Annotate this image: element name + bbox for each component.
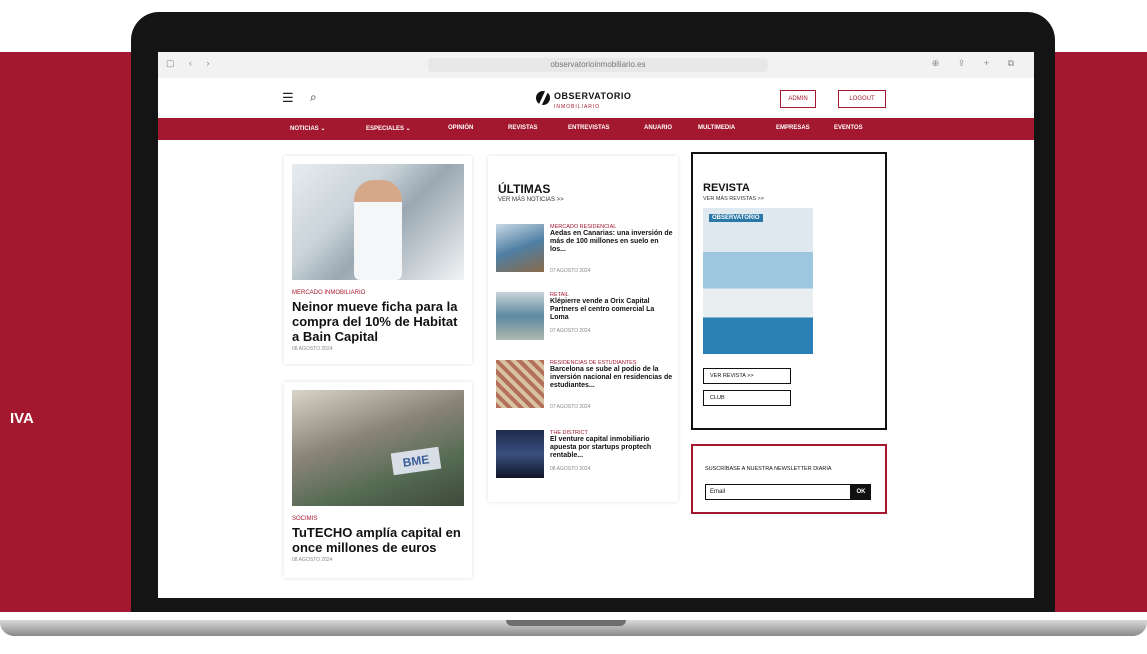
magazine-panel: REVISTA VER MÁS REVISTAS >> OBSERVATORIO… [691, 152, 887, 430]
subscribe-button[interactable]: OK [851, 484, 871, 500]
latest-news-panel: ÚLTIMAS VER MÁS NOTICIAS >> MERCADO RESI… [488, 156, 678, 502]
admin-button[interactable]: ADMIN [780, 90, 816, 108]
news-item[interactable]: RESIDENCIAS DE ESTUDIANTES Barcelona se … [496, 360, 674, 418]
news-title[interactable]: Barcelona se sube al podio de la inversi… [550, 366, 674, 390]
nav-item-empresas[interactable]: EMPRESAS [776, 125, 810, 131]
article-category[interactable]: SOCIMIS [292, 516, 317, 522]
magazine-cover-logo: OBSERVATORIO [709, 214, 763, 222]
logo-title: OBSERVATORIO [554, 91, 632, 101]
news-title[interactable]: El venture capital inmobiliario apuesta … [550, 436, 674, 460]
laptop-notch [506, 620, 626, 626]
news-thumbnail [496, 360, 544, 408]
nav-item-anuario[interactable]: ANUARIO [644, 125, 672, 131]
news-title[interactable]: Klépierre vende a Orix Capital Partners … [550, 298, 674, 322]
news-item[interactable]: RETAIL Klépierre vende a Orix Capital Pa… [496, 292, 674, 350]
nav-item-opinion[interactable]: OPINIÓN [448, 125, 473, 131]
article-category[interactable]: MERCADO INMOBILIARIO [292, 290, 365, 296]
newsletter-box: SUSCRÍBASE A NUESTRA NEWSLETTER DIARIA E… [691, 444, 887, 514]
club-button[interactable]: CLUB [703, 390, 791, 406]
main-nav: NOTICIAS ⌄ ESPECIALES ⌄ OPINIÓN REVISTAS… [158, 118, 1034, 140]
site-header: ☰ ⌕ OBSERVATORIO INMOBILIARIO ADMIN LOGO… [158, 78, 1034, 118]
article-title[interactable]: Neinor mueve ficha para la compra del 10… [292, 299, 468, 344]
news-thumbnail [496, 224, 544, 272]
latest-title: ÚLTIMAS [498, 182, 551, 196]
nav-item-noticias[interactable]: NOTICIAS ⌄ [290, 125, 325, 132]
logout-button[interactable]: LOGOUT [838, 90, 886, 108]
featured-article[interactable]: BME SOCIMIS TuTECHO amplía capital en on… [284, 382, 472, 578]
share-icon[interactable]: ⊕ ⇪ + ⧉ [932, 58, 1022, 69]
article-date: 08 AGOSTO 2024 [292, 346, 333, 352]
article-image [292, 164, 464, 280]
view-magazine-button[interactable]: VER REVISTA >> [703, 368, 791, 384]
browser-toolbar: ▢ ‹ › observatorioinmobiliario.es ⊕ ⇪ + … [158, 52, 1034, 79]
news-item[interactable]: MERCADO RESIDENCIAL Aedas en Canarias: u… [496, 224, 674, 282]
nav-item-multimedia[interactable]: MULTIMEDIA [698, 125, 735, 131]
news-thumbnail [496, 430, 544, 478]
news-date: 07 AGOSTO 2024 [550, 328, 591, 334]
laptop-screen: ▢ ‹ › observatorioinmobiliario.es ⊕ ⇪ + … [158, 52, 1034, 598]
logo-icon [536, 91, 550, 105]
featured-article[interactable]: MERCADO INMOBILIARIO Neinor mueve ficha … [284, 156, 472, 364]
magazine-cover[interactable]: OBSERVATORIO [703, 208, 813, 354]
logo-subtitle: INMOBILIARIO [554, 104, 601, 110]
news-date: 08 AGOSTO 2024 [550, 466, 591, 472]
side-label: IVA [10, 410, 34, 427]
nav-item-especiales[interactable]: ESPECIALES ⌄ [366, 125, 411, 132]
email-field[interactable]: Email [705, 484, 851, 500]
site-logo[interactable]: OBSERVATORIO INMOBILIARIO [536, 86, 631, 110]
article-image: BME [292, 390, 464, 506]
news-title[interactable]: Aedas en Canarias: una inversión de más … [550, 230, 674, 254]
nav-item-revistas[interactable]: REVISTAS [508, 125, 538, 131]
sme-sign: BME [390, 446, 442, 476]
news-thumbnail [496, 292, 544, 340]
see-more-news-link[interactable]: VER MÁS NOTICIAS >> [498, 197, 564, 203]
sidebar-toggle-icon[interactable]: ▢ ‹ › [166, 58, 216, 69]
search-icon[interactable]: ⌕ [310, 90, 317, 105]
article-title[interactable]: TuTECHO amplía capital en once millones … [292, 525, 468, 555]
menu-icon[interactable]: ☰ [282, 90, 294, 106]
address-bar[interactable]: observatorioinmobiliario.es [428, 58, 768, 72]
news-item[interactable]: THE DISTRICT El venture capital inmobili… [496, 430, 674, 488]
newsletter-text: SUSCRÍBASE A NUESTRA NEWSLETTER DIARIA [705, 466, 832, 472]
person-figure [354, 180, 402, 280]
nav-item-eventos[interactable]: EVENTOS [834, 125, 863, 131]
news-date: 07 AGOSTO 2024 [550, 404, 591, 410]
article-date: 08 AGOSTO 2024 [292, 557, 333, 563]
news-date: 07 AGOSTO 2024 [550, 268, 591, 274]
nav-item-entrevistas[interactable]: ENTREVISTAS [568, 125, 610, 131]
magazine-title: REVISTA [703, 182, 750, 194]
see-more-magazines-link[interactable]: VER MÁS REVISTAS >> [703, 196, 764, 202]
